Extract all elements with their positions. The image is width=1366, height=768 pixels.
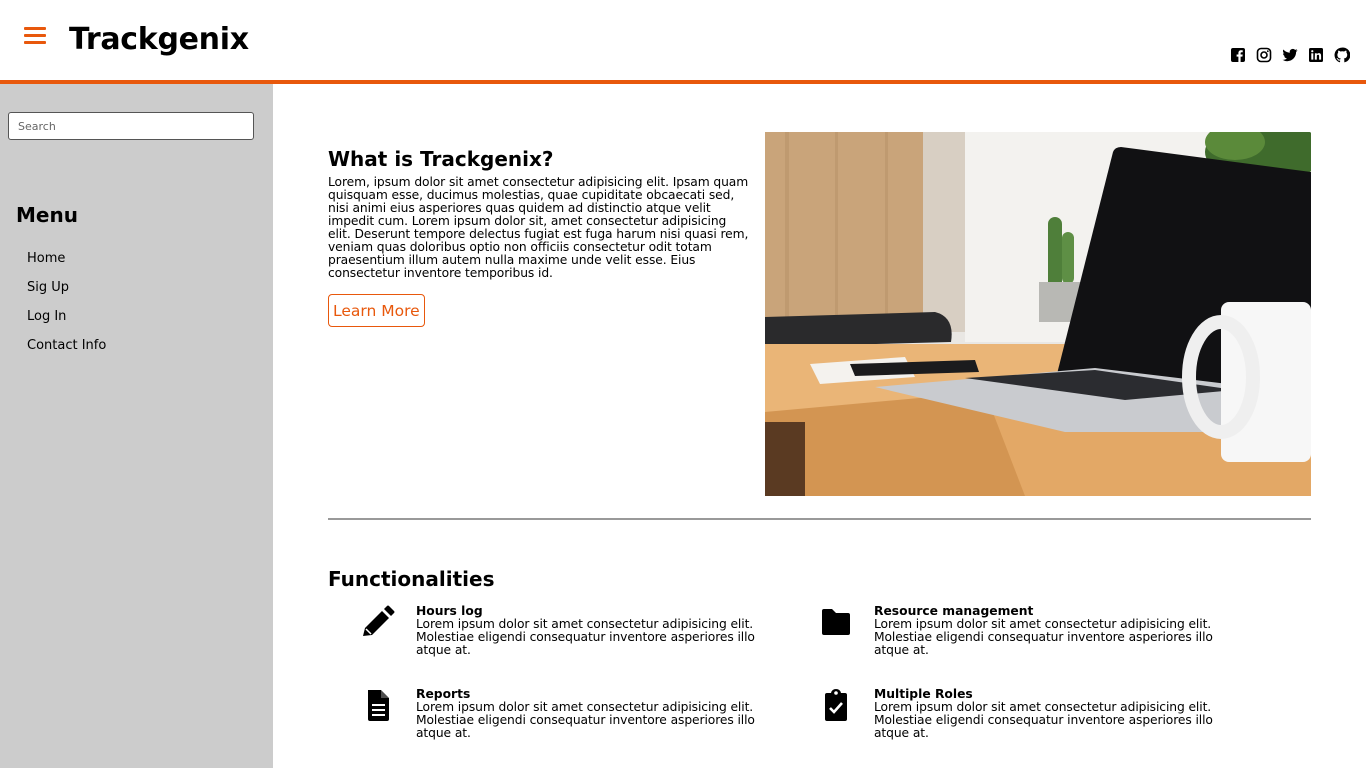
- feature-description: Lorem ipsum dolor sit amet consectetur a…: [874, 617, 1213, 657]
- github-icon[interactable]: [1334, 47, 1350, 63]
- social-links: [1230, 47, 1350, 63]
- sidebar-menu: Home Sig Up Log In Contact Info: [27, 244, 106, 360]
- hamburger-menu-icon[interactable]: [24, 26, 46, 46]
- search-input[interactable]: [8, 112, 254, 140]
- main-content: What is Trackgenix? Lorem, ipsum dolor s…: [273, 84, 1366, 768]
- sidebar-item-sign-up[interactable]: Sig Up: [27, 273, 106, 302]
- functionalities-title: Functionalities: [328, 567, 495, 591]
- pencil-icon: [363, 605, 395, 636]
- file-icon: [368, 690, 389, 721]
- about-title: What is Trackgenix?: [328, 147, 554, 171]
- section-divider: [328, 518, 1311, 520]
- sidebar-item-contact-info[interactable]: Contact Info: [27, 331, 106, 360]
- about-text: Lorem, ipsum dolor sit amet consectetur …: [328, 175, 749, 280]
- linkedin-icon[interactable]: [1308, 47, 1324, 63]
- site-header: Trackgenix: [0, 0, 1366, 84]
- menu-title: Menu: [16, 203, 78, 227]
- feature-description: Lorem ipsum dolor sit amet consectetur a…: [416, 617, 755, 657]
- feature-description: Lorem ipsum dolor sit amet consectetur a…: [874, 700, 1213, 740]
- sidebar-item-log-in[interactable]: Log In: [27, 302, 106, 331]
- instagram-icon[interactable]: [1256, 47, 1272, 63]
- clipboard-check-icon: [825, 689, 847, 721]
- hero-image: [765, 132, 1311, 496]
- sidebar: Menu Home Sig Up Log In Contact Info: [0, 84, 273, 768]
- learn-more-button[interactable]: Learn More: [328, 294, 425, 327]
- folder-icon: [822, 609, 850, 635]
- twitter-icon[interactable]: [1282, 47, 1298, 63]
- brand-title: Trackgenix: [69, 22, 249, 57]
- feature-description: Lorem ipsum dolor sit amet consectetur a…: [416, 700, 755, 740]
- sidebar-item-home[interactable]: Home: [27, 244, 106, 273]
- facebook-icon[interactable]: [1230, 47, 1246, 63]
